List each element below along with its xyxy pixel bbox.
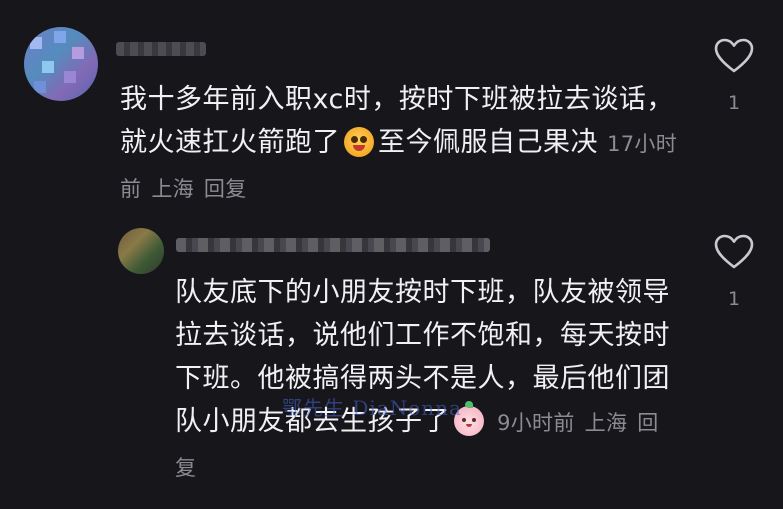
comment-thread: 我十多年前入职xc时，按时下班被拉去谈话，就火速扛火箭跑了 至今佩服自己果决 17… — [0, 0, 783, 509]
like-button[interactable]: 1 — [712, 38, 756, 114]
heart-outline-icon — [714, 234, 754, 269]
username-redacted[interactable] — [116, 42, 206, 56]
comment-location: 上海 — [151, 177, 194, 201]
reply-body: 队友底下的小朋友按时下班，队友被领导拉去谈话，说他们工作不饱和，每天按时下班。他… — [175, 271, 685, 490]
like-count: 1 — [727, 92, 741, 114]
avatar-pixel — [72, 47, 84, 59]
avatar-pixel — [30, 37, 42, 49]
avatar-pixel — [64, 71, 76, 83]
reply-like-button[interactable]: 1 — [712, 234, 756, 310]
reply-location: 上海 — [584, 411, 628, 435]
avatar-pixel — [34, 81, 46, 93]
avatar-pixel — [42, 61, 54, 73]
avatar-pixel — [54, 31, 66, 43]
reply-username-redacted[interactable] — [176, 238, 490, 252]
peach-face-emoji-icon — [454, 401, 484, 436]
avatar[interactable] — [24, 27, 98, 101]
comment-body: 我十多年前入职xc时，按时下班被拉去谈话，就火速扛火箭跑了 至今佩服自己果决 17… — [120, 78, 680, 211]
reply-avatar[interactable] — [118, 228, 164, 274]
reply-like-count: 1 — [727, 288, 741, 310]
grinning-face-emoji-icon — [344, 127, 374, 157]
heart-outline-icon — [714, 38, 754, 73]
reply-time: 9小时前 — [497, 411, 575, 435]
comment-text-continued: 至今佩服自己果决 — [378, 127, 598, 158]
reply-button[interactable]: 回复 — [204, 177, 247, 201]
